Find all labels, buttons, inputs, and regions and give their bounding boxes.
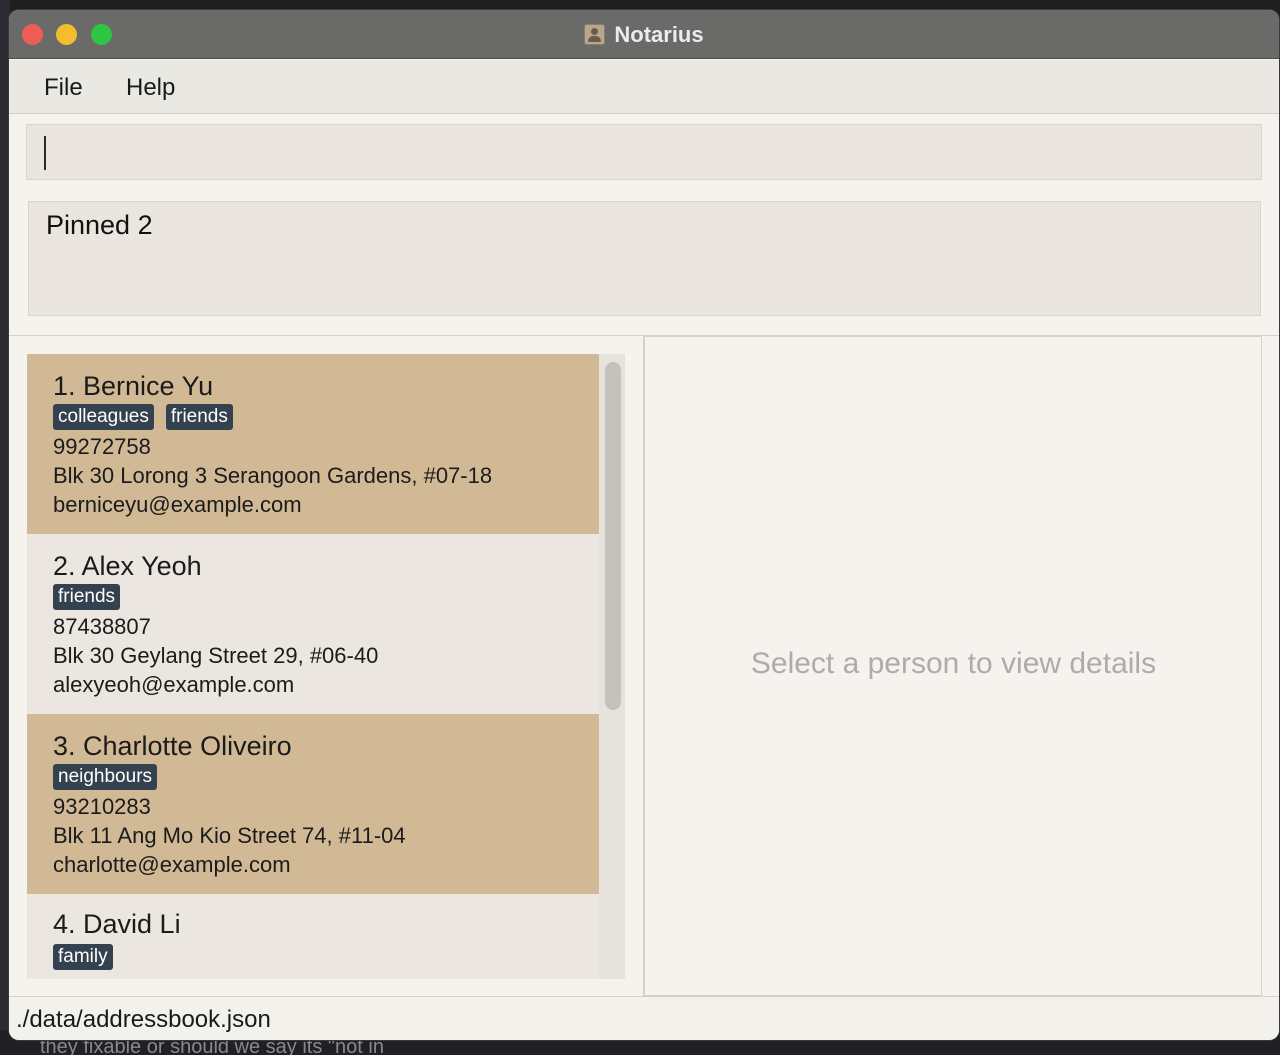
status-bar: ./data/addressbook.json bbox=[9, 996, 1279, 1040]
command-input[interactable] bbox=[41, 125, 1251, 179]
menu-file[interactable]: File bbox=[44, 74, 83, 102]
app-window: Notarius File Help Pinned 2 1. Bernice Y… bbox=[9, 10, 1279, 1040]
tag: family bbox=[53, 944, 113, 970]
person-card[interactable]: 4. David Li family bbox=[27, 894, 599, 979]
tag: neighbours bbox=[53, 764, 158, 790]
person-address: Blk 11 Ang Mo Kio Street 74, #11-04 bbox=[53, 823, 406, 848]
person-card[interactable]: 3. Charlotte Oliveiro neighbours 9321028… bbox=[27, 714, 599, 894]
person-phone: 87438807 bbox=[53, 614, 151, 639]
list-scrollbar-thumb[interactable] bbox=[605, 362, 621, 710]
person-phone: 99272758 bbox=[53, 434, 151, 459]
window-title-group: Notarius bbox=[9, 10, 1279, 59]
person-card[interactable]: 1. Bernice Yu colleagues friends 9927275… bbox=[27, 354, 599, 534]
person-address: Blk 30 Lorong 3 Serangoon Gardens, #07-1… bbox=[53, 463, 493, 488]
contact-book-icon bbox=[584, 24, 606, 45]
person-name: 4. David Li bbox=[53, 909, 181, 939]
tag: friends bbox=[165, 404, 233, 430]
tag-list: neighbours bbox=[53, 764, 158, 790]
detail-panel: Select a person to view details bbox=[645, 336, 1262, 996]
tag: friends bbox=[53, 584, 121, 610]
person-email: alexyeoh@example.com bbox=[53, 672, 295, 697]
pinned-panel: Pinned 2 bbox=[28, 201, 1261, 316]
menu-help[interactable]: Help bbox=[126, 74, 175, 102]
person-name: 2. Alex Yeoh bbox=[53, 551, 202, 581]
person-phone: 93210283 bbox=[53, 794, 151, 819]
tag-list: colleagues friends bbox=[53, 404, 233, 430]
person-name: 3. Charlotte Oliveiro bbox=[53, 731, 292, 761]
person-address: Blk 30 Geylang Street 29, #06-40 bbox=[53, 643, 379, 668]
tag-list: friends bbox=[53, 584, 121, 610]
pinned-label: Pinned 2 bbox=[46, 210, 153, 240]
data-file-path: ./data/addressbook.json bbox=[16, 1006, 271, 1033]
menu-bar: File Help bbox=[9, 60, 1279, 114]
person-list[interactable]: 1. Bernice Yu colleagues friends 9927275… bbox=[27, 354, 625, 979]
detail-placeholder: Select a person to view details bbox=[750, 647, 1157, 680]
person-email: charlotte@example.com bbox=[53, 852, 291, 877]
command-box[interactable] bbox=[26, 124, 1262, 180]
tag-list: family bbox=[53, 944, 113, 970]
person-email: berniceyu@example.com bbox=[53, 492, 302, 517]
title-bar[interactable]: Notarius bbox=[9, 10, 1279, 59]
tag: colleagues bbox=[53, 404, 154, 430]
person-card[interactable]: 2. Alex Yeoh friends 87438807 Blk 30 Gey… bbox=[27, 534, 599, 714]
person-name: 1. Bernice Yu bbox=[53, 371, 214, 401]
window-title: Notarius bbox=[614, 21, 704, 47]
